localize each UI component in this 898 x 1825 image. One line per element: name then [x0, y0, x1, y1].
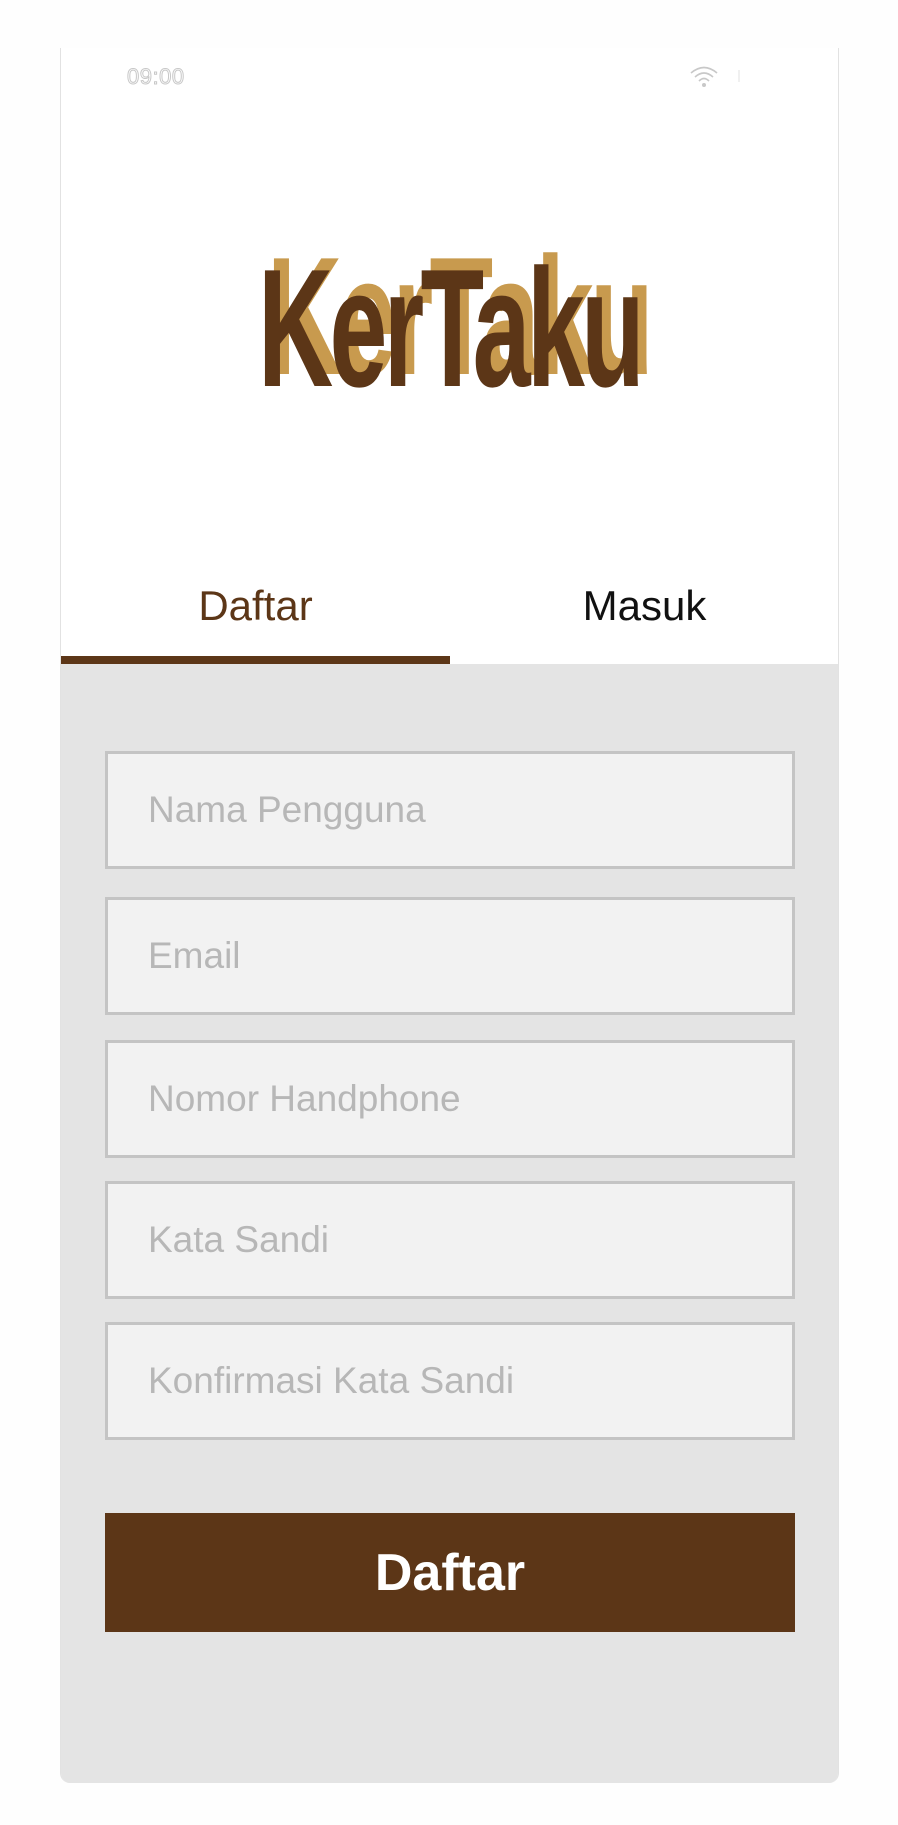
phone-screen: 09:00 KerTaku KerTaku Daftar Masuk Dafta…: [60, 48, 839, 1783]
wifi-icon: [690, 66, 718, 87]
active-tab-indicator: [61, 656, 450, 664]
register-form: Daftar: [61, 664, 838, 1783]
phone-number-field[interactable]: [105, 1040, 795, 1158]
password-field[interactable]: [105, 1181, 795, 1299]
email-field[interactable]: [105, 897, 795, 1015]
username-field[interactable]: [105, 751, 795, 869]
auth-tabs: Daftar Masuk: [61, 548, 838, 664]
confirm-password-field[interactable]: [105, 1322, 795, 1440]
tab-masuk[interactable]: Masuk: [450, 548, 838, 664]
register-button[interactable]: Daftar: [105, 1513, 795, 1632]
status-bar: 09:00: [61, 48, 838, 108]
battery-icon: [738, 70, 740, 82]
status-time: 09:00: [127, 64, 185, 90]
tab-daftar[interactable]: Daftar: [61, 548, 450, 664]
app-logo: KerTaku KerTaku: [61, 222, 838, 423]
logo-text: KerTaku: [257, 234, 645, 422]
